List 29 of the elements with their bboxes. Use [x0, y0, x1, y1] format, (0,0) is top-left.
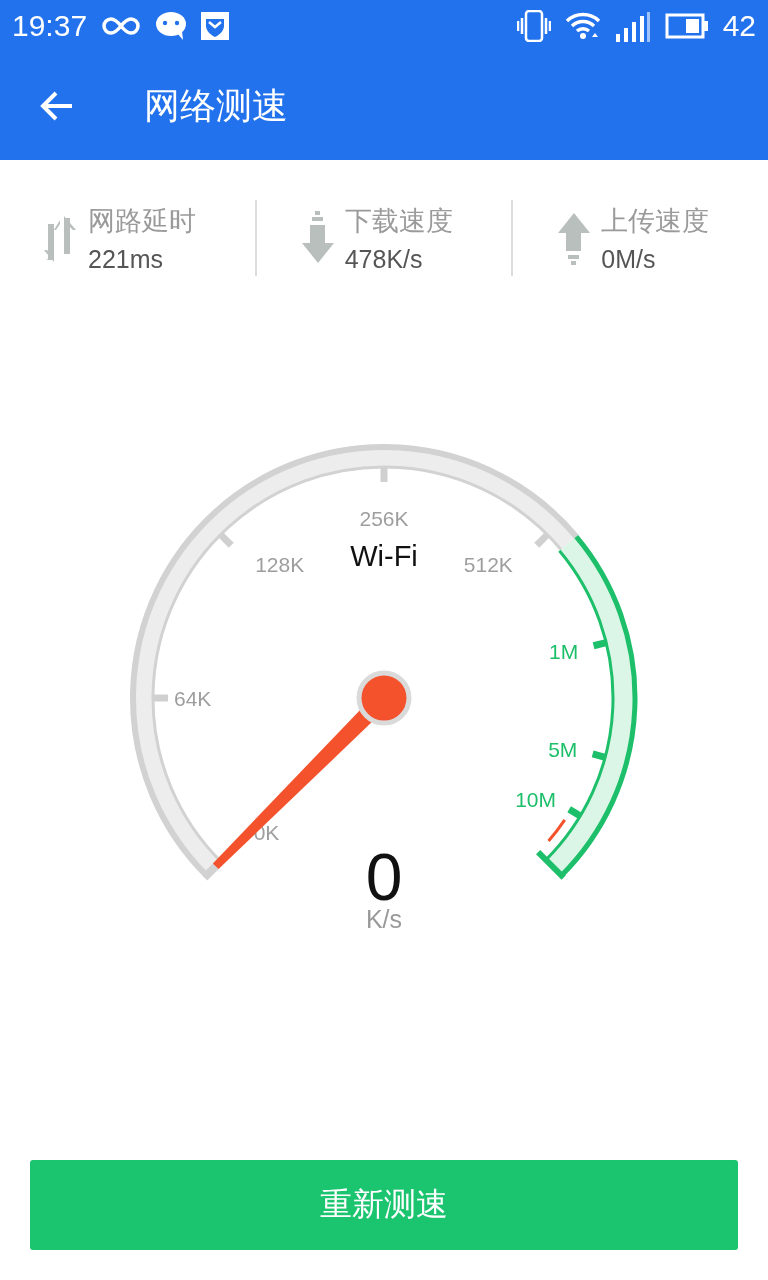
stat-label: 下载速度 — [344, 203, 453, 238]
status-time: 19:37 — [12, 9, 88, 43]
stat-value: 221ms — [88, 244, 165, 274]
scale-label: 128K — [255, 552, 305, 576]
shield-icon — [201, 12, 230, 40]
battery-icon — [664, 13, 709, 39]
scale-label: 64K — [174, 687, 212, 710]
upload-arrow-icon — [557, 211, 592, 265]
network-type: Wi-Fi — [350, 540, 418, 572]
scale-label: 5M — [548, 737, 578, 761]
stat-value: 0M/s — [601, 244, 657, 274]
infinity-icon — [101, 16, 142, 36]
scale-label: 10M — [515, 787, 556, 811]
back-arrow-icon — [40, 91, 74, 121]
download-arrow-icon — [300, 211, 335, 265]
page-title: 网络测速 — [144, 83, 288, 128]
wifi-icon — [564, 11, 601, 41]
chat-bubble-icon — [155, 11, 188, 41]
needle-hub — [356, 670, 412, 726]
scale-label: 1M — [549, 639, 579, 663]
scale-label: 256K — [359, 507, 409, 530]
scale-label: 512K — [463, 552, 513, 576]
stat-label: 上传速度 — [601, 203, 710, 238]
battery-level: 42 — [722, 9, 756, 43]
retest-button[interactable]: 重新测速 — [30, 1160, 738, 1250]
signal-icon — [614, 10, 651, 42]
vibrate-icon — [516, 10, 551, 42]
stat-label: 网路延时 — [88, 203, 196, 238]
stat-value: 478K/s — [344, 244, 424, 274]
